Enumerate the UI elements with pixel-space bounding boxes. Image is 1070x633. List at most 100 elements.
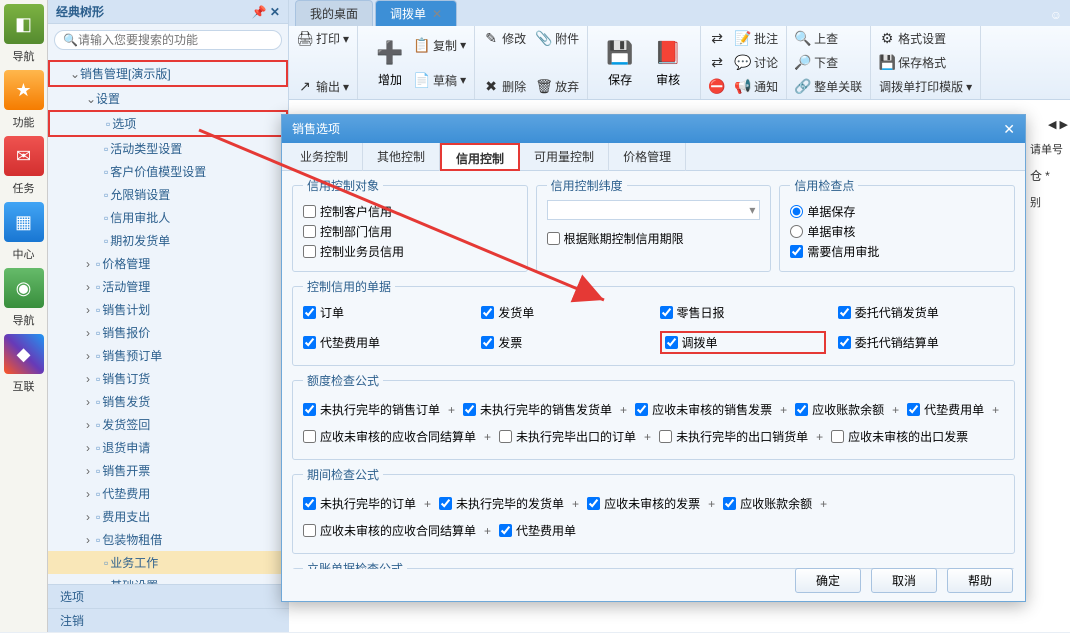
save-button[interactable]: 💾保存 xyxy=(596,33,644,92)
dialog-titlebar[interactable]: 销售选项 ✕ xyxy=(282,115,1025,143)
billrel-button[interactable]: 整单关联 xyxy=(814,78,862,95)
tree-item[interactable]: ›▫销售开票 xyxy=(48,459,288,482)
tree-item[interactable]: ›▫代垫费用 xyxy=(48,482,288,505)
notify-icon: 📢 xyxy=(735,79,751,95)
cancel-button[interactable]: 取消 xyxy=(871,568,937,593)
chk-formula[interactable] xyxy=(659,430,672,443)
close-icon[interactable]: ✕ xyxy=(432,7,442,21)
leftbar-icon[interactable]: ◧ xyxy=(4,4,44,44)
chk-formula[interactable] xyxy=(635,403,648,416)
chk-need-approval[interactable] xyxy=(790,245,803,258)
chk-bill-3[interactable] xyxy=(838,306,851,319)
search-box[interactable]: 🔍 xyxy=(54,30,282,50)
chk-formula[interactable] xyxy=(499,524,512,537)
tree-item[interactable]: ▫活动类型设置 xyxy=(48,137,288,160)
tree-item[interactable]: ›▫活动管理 xyxy=(48,275,288,298)
delete-button[interactable]: 删除 xyxy=(502,78,526,95)
add-button[interactable]: ➕增加 xyxy=(366,33,414,92)
print-button[interactable]: 打印 xyxy=(316,30,340,47)
chk-bill-5[interactable] xyxy=(481,336,494,349)
chk-bill-7[interactable] xyxy=(838,336,851,349)
chk-formula[interactable] xyxy=(723,497,736,510)
smiley-icon[interactable]: ☺ xyxy=(1042,4,1070,26)
chk-bill-4[interactable] xyxy=(303,336,316,349)
tree-item[interactable]: ▫信用审批人 xyxy=(48,206,288,229)
search-input[interactable] xyxy=(78,33,273,47)
chk-formula[interactable] xyxy=(795,403,808,416)
chk-customer-credit[interactable] xyxy=(303,205,316,218)
tree-item[interactable]: ▫业务工作 xyxy=(48,551,288,574)
dimension-combo[interactable] xyxy=(547,200,761,220)
tree-item[interactable]: ▫客户价值模型设置 xyxy=(48,160,288,183)
chk-bill-1[interactable] xyxy=(481,306,494,319)
tree-item[interactable]: ›▫包装物租借 xyxy=(48,528,288,551)
chk-formula[interactable] xyxy=(463,403,476,416)
chk-formula[interactable] xyxy=(303,497,316,510)
tab-transfer[interactable]: 调拨单✕ xyxy=(375,0,457,26)
leftbar-icon[interactable]: ◆ xyxy=(4,334,44,374)
tree-item[interactable]: ›▫销售报价 xyxy=(48,321,288,344)
tree-item[interactable]: ▫选项 xyxy=(48,110,288,137)
dtab-available[interactable]: 可用量控制 xyxy=(520,143,609,171)
dialog-close-button[interactable]: ✕ xyxy=(1003,115,1015,143)
tree-item[interactable]: ▫允限销设置 xyxy=(48,183,288,206)
dtab-other[interactable]: 其他控制 xyxy=(363,143,440,171)
tree-item[interactable]: ▫期初发货单 xyxy=(48,229,288,252)
chk-formula[interactable] xyxy=(303,524,316,537)
tree-item[interactable]: ›▫销售发货 xyxy=(48,390,288,413)
chk-sales-credit[interactable] xyxy=(303,245,316,258)
template-button[interactable]: 调拨单打印模版 xyxy=(879,78,963,95)
radio-save[interactable] xyxy=(790,205,803,218)
leftbar-icon[interactable]: ▦ xyxy=(4,202,44,242)
tree-root[interactable]: ⌄销售管理[演示版] xyxy=(48,60,288,87)
leftbar-icon[interactable]: ◉ xyxy=(4,268,44,308)
discard-button[interactable]: 放弃 xyxy=(555,78,579,95)
chk-formula[interactable] xyxy=(587,497,600,510)
chk-formula[interactable] xyxy=(303,403,316,416)
tree-item[interactable]: ›▫销售预订单 xyxy=(48,344,288,367)
chk-formula[interactable] xyxy=(303,430,316,443)
chk-formula[interactable] xyxy=(499,430,512,443)
tab-desktop[interactable]: 我的桌面 xyxy=(295,0,373,26)
chk-formula[interactable] xyxy=(907,403,920,416)
audit-button[interactable]: 📕审核 xyxy=(644,33,692,92)
chk-formula[interactable] xyxy=(831,430,844,443)
chk-bill-0[interactable] xyxy=(303,306,316,319)
tree-item[interactable]: ›▫发货签回 xyxy=(48,413,288,436)
dtab-business[interactable]: 业务控制 xyxy=(286,143,363,171)
footer-tab-options[interactable]: 选项 xyxy=(48,584,289,608)
radio-audit[interactable] xyxy=(790,225,803,238)
notify-button[interactable]: 通知 xyxy=(754,78,778,95)
draft-button[interactable]: 草稿 xyxy=(433,72,457,89)
help-button[interactable]: 帮助 xyxy=(947,568,1013,593)
dtab-credit[interactable]: 信用控制 xyxy=(440,143,520,171)
leftbar-icon[interactable]: ✉ xyxy=(4,136,44,176)
modify-button[interactable]: 修改 xyxy=(502,30,526,47)
chk-dept-credit[interactable] xyxy=(303,225,316,238)
output-button[interactable]: 输出 xyxy=(316,78,340,95)
tree-item[interactable]: ›▫费用支出 xyxy=(48,505,288,528)
chk-formula[interactable] xyxy=(439,497,452,510)
chk-period-credit[interactable] xyxy=(547,232,560,245)
tree-item[interactable]: ›▫销售订货 xyxy=(48,367,288,390)
downquery-button[interactable]: 下查 xyxy=(814,54,838,71)
tree-item[interactable]: ›▫退货申请 xyxy=(48,436,288,459)
tree-item[interactable]: ›▫销售计划 xyxy=(48,298,288,321)
dtab-price[interactable]: 价格管理 xyxy=(609,143,686,171)
ok-button[interactable]: 确定 xyxy=(795,568,861,593)
saveformat-button[interactable]: 保存格式 xyxy=(898,54,946,71)
tree-settings[interactable]: ⌄设置 xyxy=(48,87,288,110)
upquery-button[interactable]: 上查 xyxy=(814,30,838,47)
format-button[interactable]: 格式设置 xyxy=(898,30,946,47)
discuss-button[interactable]: 讨论 xyxy=(754,54,778,71)
discard-icon: 🗑 xyxy=(536,79,552,95)
chk-bill-6[interactable] xyxy=(665,336,678,349)
chk-bill-2[interactable] xyxy=(660,306,673,319)
footer-tab-logout[interactable]: 注销 xyxy=(48,608,289,632)
approve-button[interactable]: 批注 xyxy=(754,30,778,47)
attach-button[interactable]: 附件 xyxy=(555,30,579,47)
tree-item[interactable]: ›▫价格管理 xyxy=(48,252,288,275)
pin-icon[interactable]: 📌 ✕ xyxy=(252,0,280,23)
copy-button[interactable]: 复制 xyxy=(433,37,457,54)
leftbar-icon[interactable]: ★ xyxy=(4,70,44,110)
